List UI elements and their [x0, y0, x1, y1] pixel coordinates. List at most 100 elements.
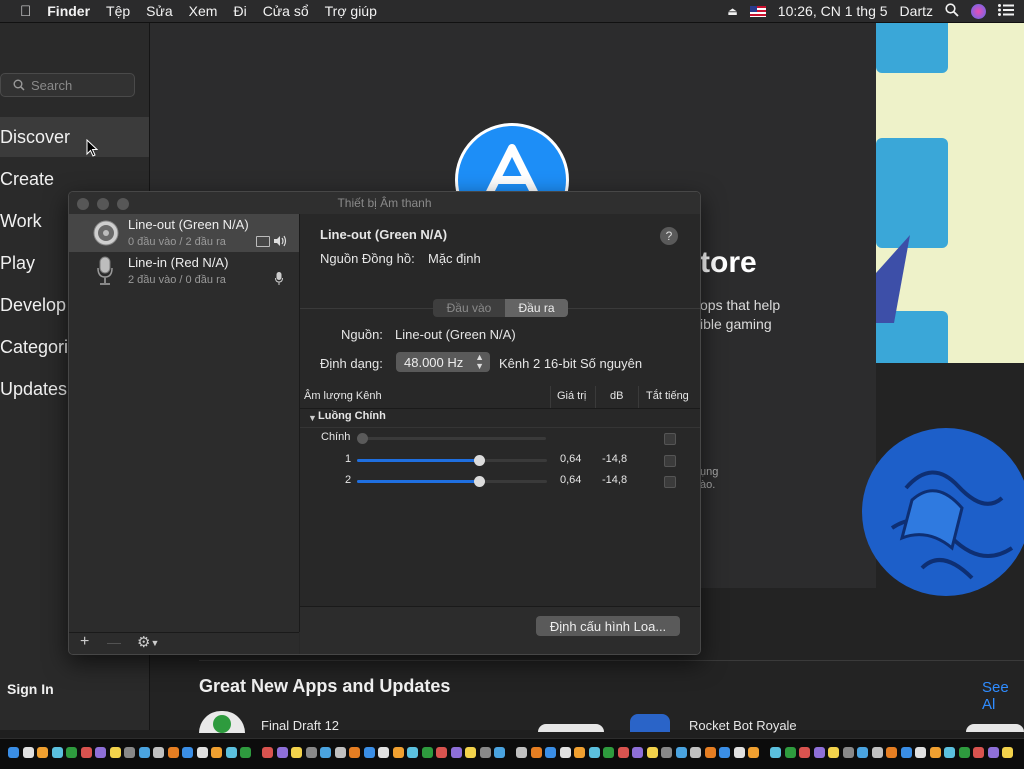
device-line-in[interactable]: Line-in (Red N/A) 2 đầu vào / 0 đầu ra — [69, 252, 299, 290]
gear-icon[interactable]: ⚙▼ — [137, 633, 159, 651]
dock-app-icon[interactable] — [262, 747, 273, 758]
dock-app-icon[interactable] — [545, 747, 556, 758]
dock-app-icon[interactable] — [450, 747, 462, 758]
dock-app-icon[interactable] — [407, 747, 418, 758]
dock-app-icon[interactable] — [196, 747, 208, 758]
tab-input[interactable]: Đầu vào — [433, 299, 505, 317]
dock-app-icon[interactable] — [915, 747, 926, 758]
dock-app-icon[interactable] — [828, 747, 839, 758]
dock-app-icon[interactable] — [305, 747, 317, 758]
app-name-final-draft[interactable]: Final Draft 12 — [261, 718, 339, 733]
channel-1-volume-slider[interactable] — [357, 459, 547, 462]
dock-app-icon[interactable] — [559, 747, 571, 758]
dock-app-icon[interactable] — [349, 747, 360, 758]
dock-app-icon[interactable] — [574, 747, 585, 758]
window-titlebar[interactable]: Thiết bị Âm thanh — [69, 192, 700, 215]
channel-1-mute-checkbox[interactable] — [664, 455, 676, 467]
notification-center-icon[interactable] — [998, 3, 1014, 19]
dock-app-icon[interactable] — [291, 747, 302, 758]
dock-app-icon[interactable] — [124, 747, 135, 758]
us-flag-icon[interactable] — [749, 5, 766, 17]
master-mute-checkbox[interactable] — [664, 433, 676, 445]
dock-app-icon[interactable] — [421, 747, 433, 758]
dock-app-icon[interactable] — [494, 747, 505, 758]
get-button[interactable] — [966, 724, 1024, 732]
dock-app-icon[interactable] — [22, 747, 34, 758]
dock-app-icon[interactable] — [617, 747, 629, 758]
dock-app-icon[interactable] — [276, 747, 288, 758]
dock-app-icon[interactable] — [240, 747, 251, 758]
dock-app-icon[interactable] — [799, 747, 810, 758]
channel-2-mute-checkbox[interactable] — [664, 476, 676, 488]
siri-icon[interactable] — [971, 3, 986, 19]
apple-menu-icon[interactable]:  — [0, 3, 39, 20]
get-button[interactable] — [538, 724, 604, 732]
dock-app-icon[interactable] — [646, 747, 658, 758]
sign-in-link[interactable]: Sign In — [7, 681, 54, 697]
dock-app-icon[interactable] — [138, 747, 150, 758]
dock-app-icon[interactable] — [153, 747, 164, 758]
dock-app-icon[interactable] — [958, 747, 970, 758]
dock-app-icon[interactable] — [363, 747, 375, 758]
dock-app-icon[interactable] — [516, 747, 527, 758]
dock-app-icon[interactable] — [51, 747, 63, 758]
menu-window[interactable]: Cửa sổ — [255, 3, 317, 19]
channel-2-volume-knob[interactable] — [474, 476, 485, 487]
app-name-rocket-bot[interactable]: Rocket Bot Royale — [689, 718, 797, 733]
dock-app-icon[interactable] — [392, 747, 404, 758]
menubar-user[interactable]: Dartz — [900, 3, 933, 19]
nav-discover[interactable]: Discover — [0, 117, 149, 157]
menu-finder[interactable]: Finder — [39, 3, 98, 19]
dock-app-icon[interactable] — [661, 747, 672, 758]
menu-file[interactable]: Tệp — [98, 3, 138, 19]
dock-app-icon[interactable] — [378, 747, 389, 758]
add-device-button[interactable]: + — [80, 633, 89, 651]
source-value[interactable]: Line-out (Green N/A) — [395, 327, 516, 342]
dock-app-icon[interactable] — [690, 747, 701, 758]
dock-app-icon[interactable] — [748, 747, 759, 758]
eject-icon[interactable]: ⏏ — [727, 5, 737, 18]
dock-app-icon[interactable] — [886, 747, 897, 758]
tab-output[interactable]: Đầu ra — [505, 299, 568, 317]
dock-app-icon[interactable] — [167, 747, 179, 758]
dock-app-icon[interactable] — [436, 747, 447, 758]
see-all-link[interactable]: See Al — [982, 679, 1024, 713]
dock-app-icon[interactable] — [973, 747, 984, 758]
app-icon-rocket-bot[interactable] — [630, 714, 670, 732]
dock-app-icon[interactable] — [632, 747, 643, 758]
dock-app-icon[interactable] — [704, 747, 716, 758]
dock-app-icon[interactable] — [871, 747, 883, 758]
channel-2-volume-slider[interactable] — [357, 480, 547, 483]
dock-app-icon[interactable] — [842, 747, 854, 758]
dock-app-icon[interactable] — [225, 747, 237, 758]
menu-help[interactable]: Trợ giúp — [317, 3, 385, 19]
clock-source-value[interactable]: Mặc định — [428, 251, 481, 266]
spotlight-search-icon[interactable] — [945, 2, 959, 20]
dock-app-icon[interactable] — [95, 747, 106, 758]
dock-app-icon[interactable] — [479, 747, 491, 758]
menubar-clock[interactable]: 10:26, CN 1 thg 5 — [778, 3, 888, 19]
dock-app-icon[interactable] — [675, 747, 687, 758]
dock-app-icon[interactable] — [334, 747, 346, 758]
dock-app-icon[interactable] — [987, 747, 999, 758]
dock-app-icon[interactable] — [900, 747, 912, 758]
dock-app-icon[interactable] — [1002, 747, 1013, 758]
dock-app-icon[interactable] — [37, 747, 48, 758]
dock-app-icon[interactable] — [588, 747, 600, 758]
dock-app-icon[interactable] — [857, 747, 868, 758]
help-button[interactable]: ? — [660, 227, 678, 245]
dock-app-icon[interactable] — [929, 747, 941, 758]
dock-app-icon[interactable] — [530, 747, 542, 758]
channel-1-volume-knob[interactable] — [474, 455, 485, 466]
search-field[interactable]: Search — [0, 73, 135, 97]
remove-device-button[interactable]: — — [107, 634, 121, 650]
dock-app-icon[interactable] — [109, 747, 121, 758]
dock-app-icon[interactable] — [944, 747, 955, 758]
menu-edit[interactable]: Sửa — [138, 3, 181, 19]
menu-view[interactable]: Xem — [181, 3, 226, 19]
dock-app-icon[interactable] — [8, 747, 19, 758]
device-line-out[interactable]: Line-out (Green N/A) 0 đầu vào / 2 đầu r… — [69, 214, 299, 252]
dock-app-icon[interactable] — [603, 747, 614, 758]
configure-speakers-button[interactable]: Định cấu hình Loa... — [536, 616, 680, 636]
menu-go[interactable]: Đi — [225, 3, 254, 19]
